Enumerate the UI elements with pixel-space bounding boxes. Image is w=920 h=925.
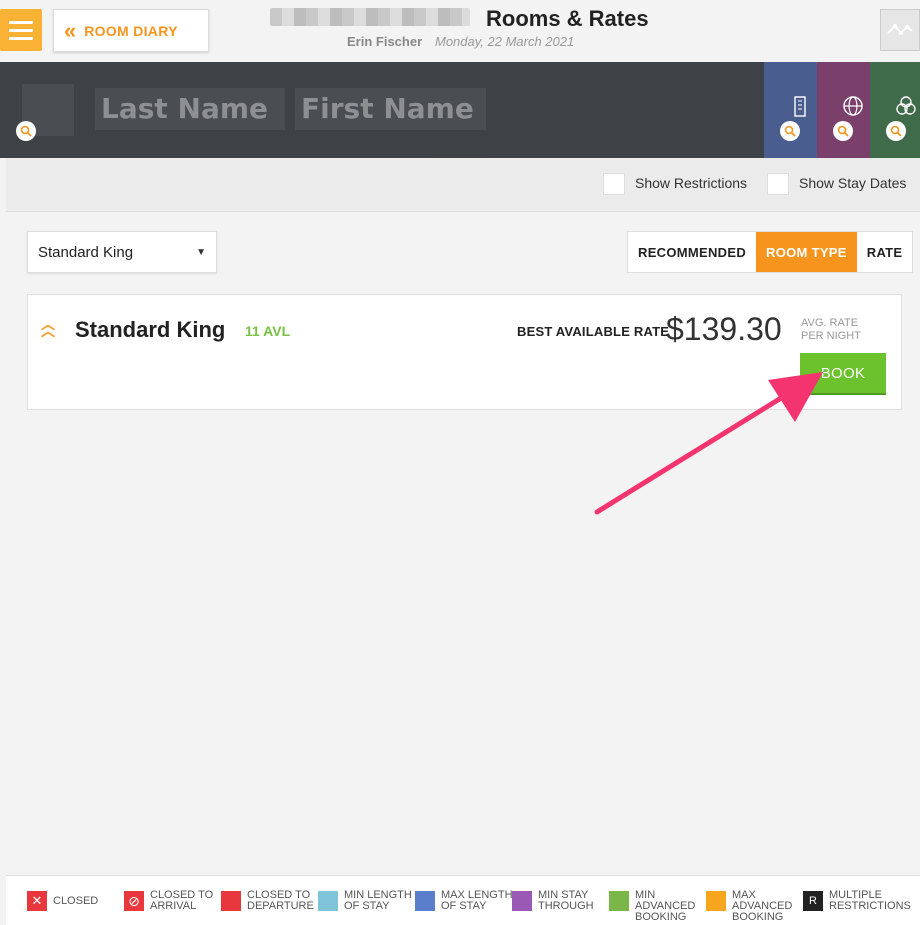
stats-button[interactable] <box>880 9 920 51</box>
avg-rate-label: AVG. RATE PER NIGHT <box>801 317 861 342</box>
double-chevron-up-icon[interactable]: ︿ ︿ <box>41 317 55 338</box>
activity-line-icon <box>887 24 913 35</box>
building-icon <box>794 96 806 117</box>
top-bar: « ROOM DIARY Rooms & Rates Erin Fischer … <box>0 0 920 62</box>
room-card: ︿ ︿ Standard King 11 AVL BEST AVAILABLE R… <box>27 294 902 410</box>
page-title: Rooms & Rates <box>486 6 649 31</box>
menu-icon <box>9 20 33 24</box>
travel-agent-panel[interactable] <box>817 62 871 158</box>
room-type-select-value: Standard King <box>38 243 134 261</box>
tab-recommended[interactable]: RECOMMENDED <box>628 232 756 272</box>
guest-search-bar: Last Name First Name <box>0 62 920 170</box>
first-name-input[interactable]: First Name <box>295 88 486 130</box>
legend-min-length-swatch <box>318 891 338 911</box>
group-icon <box>896 96 916 115</box>
user-name: Erin Fischer <box>347 34 423 49</box>
room-price: $139.30 <box>666 311 782 347</box>
blurred-property-name <box>270 8 470 26</box>
double-chevron-left-icon: « <box>64 17 76 43</box>
legend-closed-icon: ✕ <box>27 891 47 911</box>
restriction-legend: ✕ CLOSED ⊘ CLOSED TO ARRIVAL CLOSED TO DEP… <box>6 875 920 925</box>
show-restrictions-checkbox[interactable] <box>603 173 625 195</box>
last-name-input[interactable]: Last Name <box>95 88 285 130</box>
caret-down-icon: ▼ <box>196 246 206 258</box>
rate-label: BEST AVAILABLE RATE <box>517 324 670 339</box>
company-card-panel[interactable] <box>764 62 818 158</box>
room-type-select[interactable]: Standard King ▼ <box>27 231 217 273</box>
view-tabs: RECOMMENDED ROOM TYPE RATE <box>627 231 914 273</box>
show-restrictions-label: Show Restrictions <box>635 175 748 191</box>
legend-closed-arrival-icon: ⊘ <box>124 891 144 911</box>
search-icon[interactable] <box>16 121 36 141</box>
search-icon <box>833 121 853 141</box>
tab-rate[interactable]: RATE <box>857 232 913 272</box>
legend-closed-departure-swatch <box>221 891 241 911</box>
book-button[interactable]: BOOK <box>800 353 886 395</box>
group-panel[interactable] <box>870 62 920 158</box>
room-diary-label: ROOM DIARY <box>84 22 178 39</box>
tab-room-type[interactable]: ROOM TYPE <box>756 232 857 272</box>
globe-icon <box>843 96 863 116</box>
legend-max-advanced-swatch <box>706 891 726 911</box>
legend-max-length-swatch <box>415 891 435 911</box>
legend-min-stay-through-swatch <box>512 891 532 911</box>
search-icon <box>780 121 800 141</box>
business-date: Monday, 22 March 2021 <box>435 34 575 49</box>
legend-multiple-icon: R <box>803 891 823 911</box>
show-stay-dates-checkbox[interactable] <box>767 173 789 195</box>
search-icon <box>886 121 906 141</box>
availability-badge: 11 AVL <box>245 323 291 339</box>
show-stay-dates-label: Show Stay Dates <box>799 175 907 191</box>
legend-min-advanced-swatch <box>609 891 629 911</box>
room-name: Standard King <box>75 317 226 342</box>
room-diary-button[interactable]: « ROOM DIARY <box>53 9 209 52</box>
menu-button[interactable] <box>0 9 42 51</box>
